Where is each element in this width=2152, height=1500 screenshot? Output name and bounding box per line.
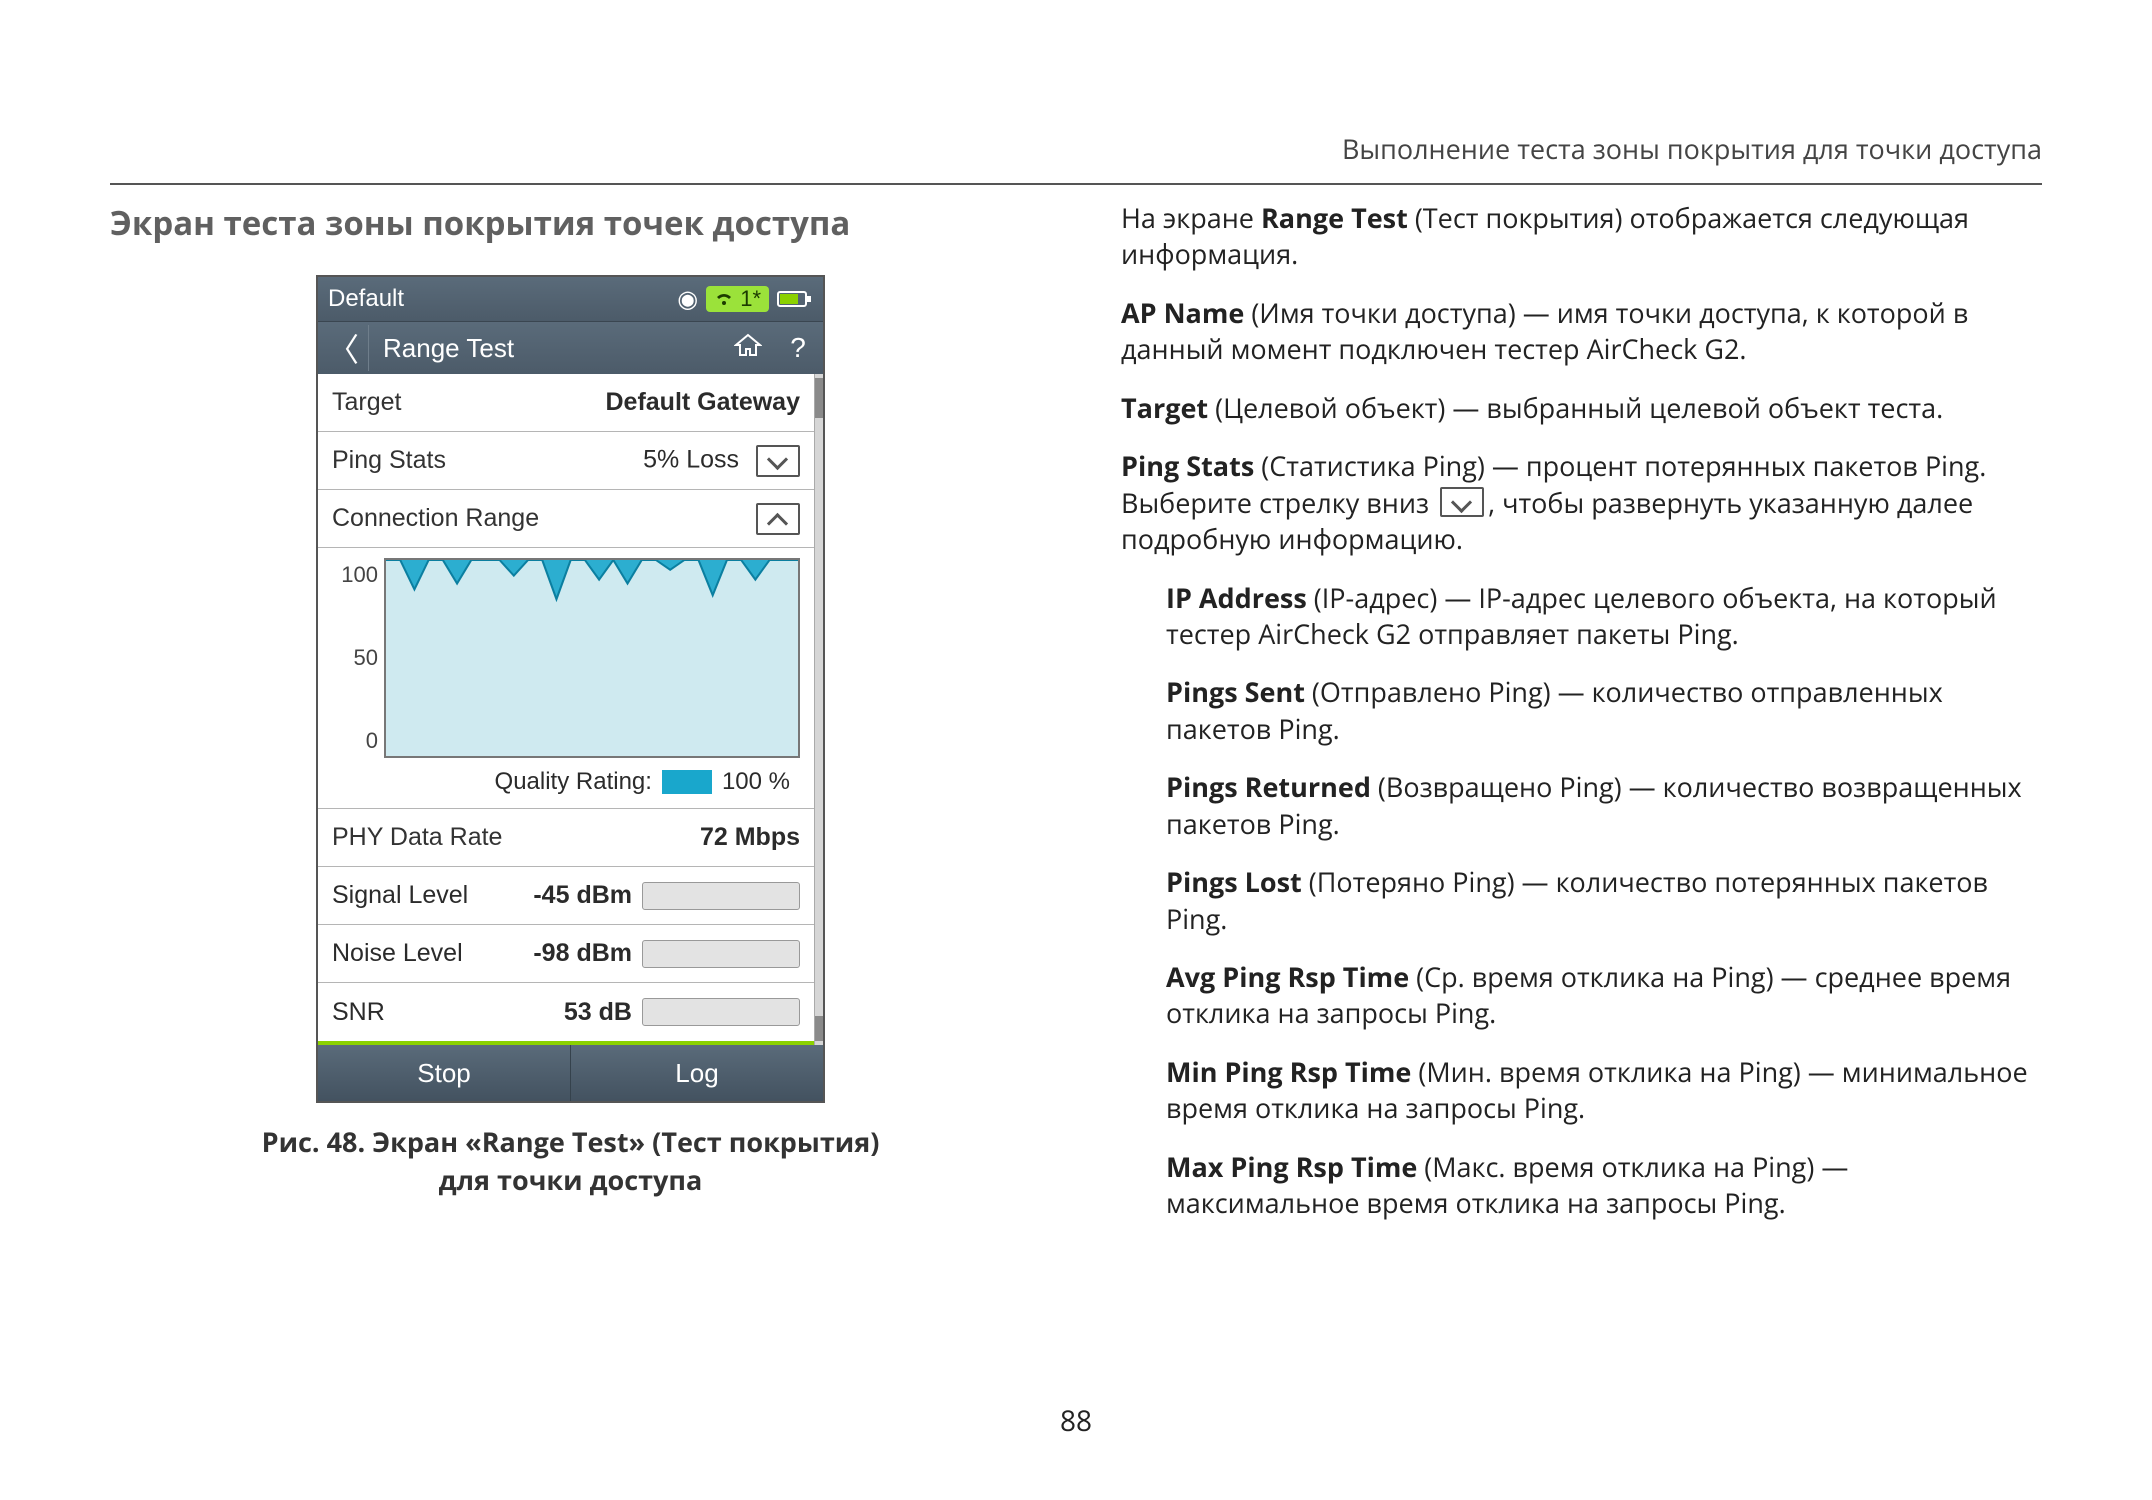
screen-title: Range Test — [369, 333, 723, 364]
row-phy-rate[interactable]: PHY Data Rate 72 Mbps — [318, 809, 814, 867]
header-rule — [110, 183, 2042, 185]
globe-icon: ◉ — [677, 285, 698, 314]
figure-caption: Рис. 48. Экран «Range Test» (Тест покрыт… — [110, 1123, 1031, 1199]
signal-bar — [642, 882, 800, 910]
signal-label: Signal Level — [332, 881, 512, 910]
phy-value: 72 Mbps — [700, 823, 800, 852]
target-paragraph: Target (Целевой объект) — выбранный целе… — [1121, 390, 2042, 426]
scrollbar-thumb[interactable] — [815, 378, 823, 418]
scrollbar[interactable] — [814, 374, 823, 1045]
ytick-100: 100 — [341, 562, 378, 588]
noise-value: -98 dBm — [512, 939, 642, 968]
min-ping-paragraph: Min Ping Rsp Time (Мин. время отклика на… — [1166, 1054, 2042, 1127]
chevron-down-icon[interactable] — [756, 445, 800, 477]
noise-bar — [642, 940, 800, 968]
description-text: На экране Range Test (Тест покрытия) ото… — [1121, 200, 2042, 1244]
intro-paragraph: На экране Range Test (Тест покрытия) ото… — [1121, 200, 2042, 273]
quality-rating-label: Quality Rating: — [495, 768, 652, 796]
caption-line-2: для точки доступа — [110, 1161, 1031, 1199]
log-button[interactable]: Log — [571, 1045, 823, 1101]
pings-sent-paragraph: Pings Sent (Отправлено Ping) — количеств… — [1166, 674, 2042, 747]
ping-stats-value: 5% Loss — [643, 445, 739, 473]
row-ping-stats[interactable]: Ping Stats 5% Loss — [318, 432, 814, 490]
row-target[interactable]: Target Default Gateway — [318, 374, 814, 432]
max-ping-paragraph: Max Ping Rsp Time (Макс. время отклика н… — [1166, 1149, 2042, 1222]
battery-icon — [777, 289, 813, 309]
status-bar: Default ◉ 1* — [318, 277, 823, 321]
scrollbar-thumb-bottom[interactable] — [815, 1016, 823, 1041]
chevron-down-icon — [1440, 487, 1484, 517]
running-head: Выполнение теста зоны покрытия для точки… — [1342, 130, 2042, 167]
target-label: Target — [332, 388, 401, 417]
channel-text: 1* — [740, 286, 761, 312]
signal-value: -45 dBm — [512, 881, 642, 910]
home-button[interactable] — [723, 332, 773, 364]
back-button[interactable]: 〈 — [318, 325, 369, 371]
snr-value: 53 dB — [512, 998, 642, 1027]
footer-buttons: Stop Log — [318, 1045, 823, 1101]
pings-lost-paragraph: Pings Lost (Потеряно Ping) — количество … — [1166, 864, 2042, 937]
row-signal-level[interactable]: Signal Level -45 dBm — [318, 867, 814, 925]
target-value: Default Gateway — [605, 388, 800, 417]
quality-rating-value: 100 % — [722, 768, 790, 796]
profile-name: Default — [328, 285, 669, 313]
avg-ping-paragraph: Avg Ping Rsp Time (Ср. время отклика на … — [1166, 959, 2042, 1032]
ip-address-paragraph: IP Address (IP-адрес) — IP-адрес целевог… — [1166, 580, 2042, 653]
channel-badge: 1* — [706, 286, 769, 312]
caption-line-1: Рис. 48. Экран «Range Test» (Тест покрыт… — [110, 1123, 1031, 1161]
row-snr[interactable]: SNR 53 dB — [318, 983, 814, 1041]
chart-y-axis: 100 50 0 — [328, 558, 384, 758]
ytick-50: 50 — [354, 645, 378, 671]
wifi-icon — [714, 291, 734, 307]
connection-range-label: Connection Range — [332, 504, 539, 533]
ping-stats-label: Ping Stats — [332, 446, 446, 475]
noise-label: Noise Level — [332, 939, 512, 968]
ap-name-paragraph: AP Name (Имя точки доступа) — имя точки … — [1121, 295, 2042, 368]
ping-stats-paragraph: Ping Stats (Статистика Ping) — процент п… — [1121, 448, 2042, 557]
help-button[interactable]: ? — [773, 332, 823, 364]
section-heading: Экран теста зоны покрытия точек доступа — [110, 200, 1031, 245]
snr-label: SNR — [332, 998, 512, 1027]
title-bar: 〈 Range Test ? — [318, 321, 823, 374]
stop-button[interactable]: Stop — [318, 1045, 571, 1101]
chevron-up-icon[interactable] — [756, 503, 800, 535]
snr-bar — [642, 998, 800, 1026]
chart-plot-area — [384, 558, 800, 758]
device-screenshot: Default ◉ 1* 〈 — [316, 275, 825, 1103]
pings-returned-paragraph: Pings Returned (Возвращено Ping) — колич… — [1166, 769, 2042, 842]
row-connection-range[interactable]: Connection Range — [318, 490, 814, 548]
phy-label: PHY Data Rate — [332, 823, 502, 852]
page-number: 88 — [1060, 1402, 1092, 1440]
connection-range-chart: 100 50 0 Quality Rating: — [318, 548, 814, 809]
quality-block-icon — [662, 770, 712, 794]
ytick-0: 0 — [366, 728, 378, 754]
row-noise-level[interactable]: Noise Level -98 dBm — [318, 925, 814, 983]
